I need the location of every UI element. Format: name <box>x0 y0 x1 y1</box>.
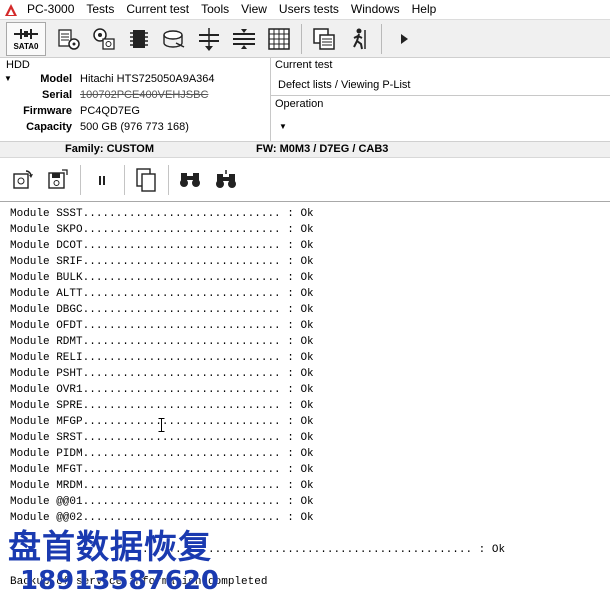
operation-title: Operation <box>275 98 324 110</box>
menu-app-name[interactable]: PC-3000 <box>25 0 80 19</box>
toolbar-separator <box>124 164 125 195</box>
disk-settings-button[interactable] <box>89 23 119 55</box>
chip-icon <box>130 29 148 48</box>
main-toolbar: SATA0 <box>0 19 610 58</box>
sata-connector-icon <box>14 28 38 39</box>
log-line: Module RELI.............................… <box>10 352 314 364</box>
operation-box: Operation ▼ <box>271 96 610 141</box>
disk-access-button[interactable] <box>159 23 189 55</box>
toolbar-separator <box>301 23 302 54</box>
hdd-label: Model <box>40 73 72 85</box>
log-line: Module MFGP.............................… <box>10 416 314 428</box>
current-test-value: Defect lists / Viewing P-List <box>278 79 411 91</box>
hdd-label: Serial <box>42 89 72 101</box>
menu-users-tests[interactable]: Users tests <box>273 0 345 19</box>
hdd-row-model: Model Hitachi HTS725050A9A364 <box>0 73 215 89</box>
disk-access-icon <box>163 29 185 48</box>
current-test-title: Current test <box>275 59 333 71</box>
log-line: Module SKPO.............................… <box>10 224 314 236</box>
head-stack-button[interactable] <box>194 23 224 55</box>
log-line: Module OFDT.............................… <box>10 320 314 332</box>
copy-pages-icon <box>136 167 156 192</box>
log-line: Module DBGC.............................… <box>10 304 314 316</box>
log-line: Module DCOT.............................… <box>10 240 314 252</box>
log-line: Module PIDM.............................… <box>10 448 314 460</box>
text-cursor-icon <box>158 418 165 432</box>
log-line: Module SPRE.............................… <box>10 400 314 412</box>
log-line: Module PSHT.............................… <box>10 368 314 380</box>
toolbar-separator <box>80 164 81 195</box>
sata-port-label: SATA0 <box>13 41 39 51</box>
toolbar-separator <box>168 164 169 195</box>
grid-table-icon <box>268 27 290 50</box>
toolbar-separator <box>381 23 382 54</box>
log-line: Module BULK.............................… <box>10 272 314 284</box>
hdd-value: PC4QD7EG <box>80 105 140 117</box>
app-logo-icon <box>3 2 19 18</box>
log-line: Module MRDM.............................… <box>10 480 314 492</box>
hdd-value: 500 GB (976 773 168) <box>80 121 189 133</box>
save-disk-button[interactable] <box>44 165 72 195</box>
platter-stack-button[interactable] <box>229 23 259 55</box>
hdd-label: Firmware <box>23 105 72 117</box>
log-line: Module @@01.............................… <box>10 496 314 508</box>
hdd-value: 100702PCE400VEHJSBC <box>80 89 209 101</box>
log-line: Module MFGT.............................… <box>10 464 314 476</box>
log-line: Module SRST.............................… <box>10 432 314 444</box>
hdd-value: Hitachi HTS725050A9A364 <box>80 73 215 85</box>
menu-current-test[interactable]: Current test <box>120 0 195 19</box>
menu-help[interactable]: Help <box>406 0 443 19</box>
copy-window-button[interactable] <box>309 23 339 55</box>
current-test-box: Current test Defect lists / Viewing P-Li… <box>271 58 610 96</box>
log-toolbar <box>0 157 610 201</box>
disk-settings-icon <box>93 27 115 50</box>
hdd-row-capacity: Capacity 500 GB (976 773 168) <box>0 121 189 137</box>
hdd-title: HDD <box>6 59 30 71</box>
head-stack-icon <box>199 27 219 51</box>
copy-log-button[interactable] <box>132 165 160 195</box>
log-line: Module SSST.............................… <box>10 208 314 220</box>
chip-button[interactable] <box>124 23 154 55</box>
family-bar: Family: CUSTOM FW: M0M3 / D7EG / CAB3 <box>0 141 610 157</box>
watermark-text: 盘首数据恢复 <box>8 527 212 566</box>
log-line: Module OVR1.............................… <box>10 384 314 396</box>
sata-port-button[interactable]: SATA0 <box>6 21 46 56</box>
heads-map-icon <box>58 28 80 50</box>
hdd-label: Capacity <box>26 121 72 133</box>
run-man-button[interactable] <box>344 23 374 55</box>
platter-stack-icon <box>233 28 255 49</box>
menu-tools[interactable]: Tools <box>195 0 235 19</box>
refresh-disk-button[interactable] <box>8 165 36 195</box>
menu-tests[interactable]: Tests <box>80 0 120 19</box>
binoculars-next-icon <box>216 169 236 188</box>
binoculars-icon <box>180 172 200 187</box>
menu-bar: PC-3000 Tests Current test Tools View Us… <box>0 0 610 19</box>
operation-dropdown-icon[interactable]: ▼ <box>279 122 287 131</box>
save-disk-icon <box>48 168 68 189</box>
refresh-disk-icon <box>13 169 33 189</box>
find-next-button[interactable] <box>212 165 240 195</box>
log-line: Module RDMT.............................… <box>10 336 314 348</box>
hdd-row-firmware: Firmware PC4QD7EG <box>0 105 140 121</box>
play-button[interactable] <box>389 23 419 55</box>
watermark-phone: 18913587620 <box>20 566 219 596</box>
firmware-label: FW: M0M3 / D7EG / CAB3 <box>256 143 389 155</box>
copy-window-icon <box>313 27 335 50</box>
hdd-row-serial: Serial 100702PCE400VEHJSBC <box>0 89 208 105</box>
menu-windows[interactable]: Windows <box>345 0 406 19</box>
play-arrow-icon <box>401 33 408 44</box>
pause-icon <box>99 175 105 185</box>
drive-info-panel: HDD ▼ Model Hitachi HTS725050A9A364 Seri… <box>0 58 610 141</box>
heads-map-button[interactable] <box>54 23 84 55</box>
log-line: Module SRIF.............................… <box>10 256 314 268</box>
pause-button[interactable] <box>88 165 116 195</box>
family-label: Family: CUSTOM <box>65 143 155 155</box>
log-line: Module ALTT.............................… <box>10 288 314 300</box>
run-man-icon <box>353 28 366 49</box>
menu-view[interactable]: View <box>235 0 273 19</box>
grid-table-button[interactable] <box>264 23 294 55</box>
find-button[interactable] <box>176 165 204 195</box>
